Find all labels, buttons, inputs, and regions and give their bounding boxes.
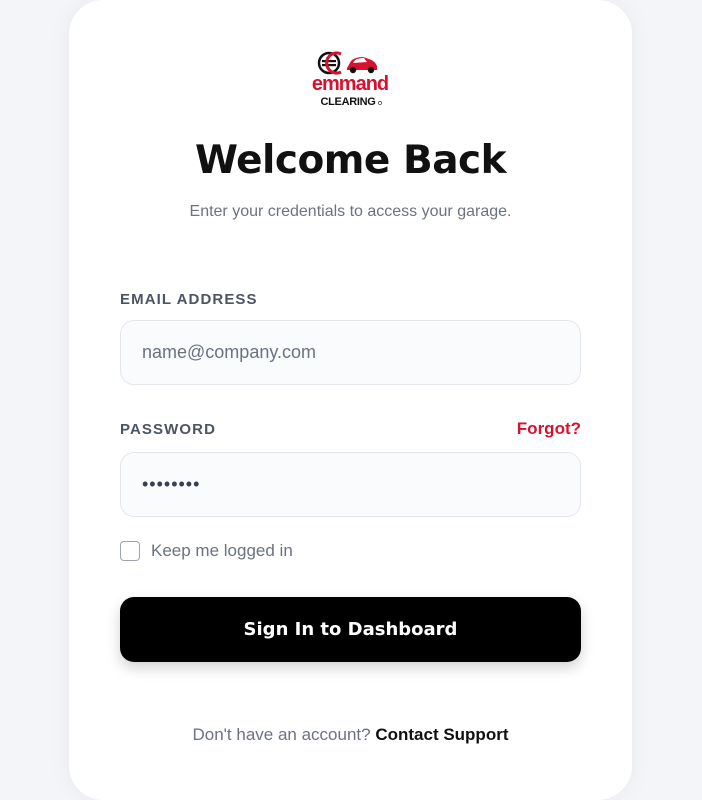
email-label: EMAIL ADDRESS — [120, 291, 258, 308]
page-subtitle: Enter your credentials to access your ga… — [189, 203, 512, 220]
contact-support-link[interactable]: Contact Support — [375, 725, 508, 744]
page-title: Welcome Back — [194, 138, 507, 183]
svg-text:CLEARING: CLEARING — [320, 96, 375, 108]
logo-top-text: emmand — [312, 73, 388, 95]
emmand-clearing-logo-icon: emmand CLEARING — [312, 51, 389, 108]
remember-checkbox[interactable] — [120, 541, 140, 561]
brand-logo: emmand CLEARING — [311, 50, 389, 110]
remember-label: Keep me logged in — [151, 541, 293, 560]
forgot-password-link[interactable]: Forgot? — [517, 419, 581, 439]
signup-prompt-text: Don't have an account? — [192, 725, 371, 744]
sign-in-button[interactable]: Sign In to Dashboard — [120, 597, 581, 662]
email-field[interactable]: name@company.com — [120, 320, 581, 385]
password-label: PASSWORD — [120, 421, 217, 438]
email-placeholder: name@company.com — [142, 342, 317, 362]
login-card: emmand CLEARING Welcome Back Enter your … — [69, 0, 632, 800]
password-field[interactable]: •••••••• — [120, 452, 581, 517]
signup-prompt: Don't have an account? Contact Support — [69, 725, 632, 745]
password-value: •••••••• — [142, 474, 201, 494]
remember-me[interactable]: Keep me logged in — [120, 541, 293, 561]
